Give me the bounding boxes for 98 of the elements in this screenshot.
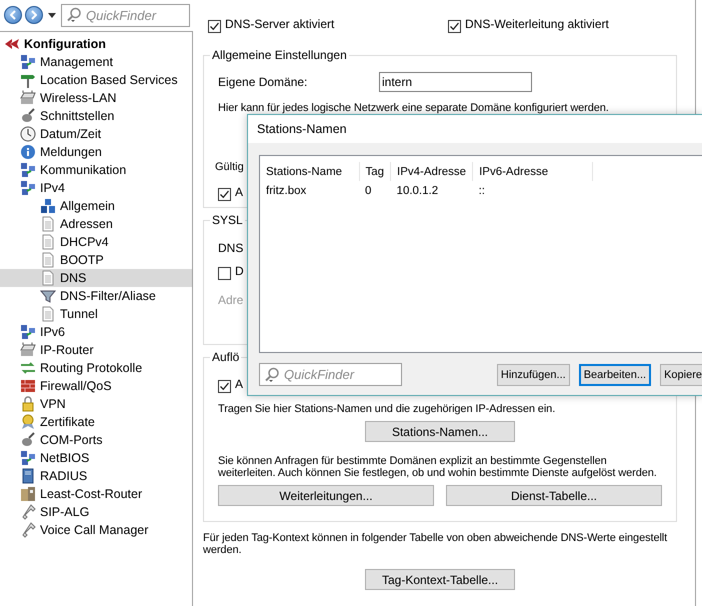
dns-label: DNS bbox=[218, 242, 244, 254]
tree-item[interactable]: COM-Ports bbox=[0, 431, 192, 449]
info-icon bbox=[20, 144, 36, 160]
document-icon bbox=[40, 252, 56, 268]
search-icon bbox=[264, 366, 280, 382]
table-cell: 0 bbox=[359, 181, 391, 200]
column-header[interactable]: IPv6-Adresse bbox=[472, 162, 593, 181]
tree-item[interactable]: Firewall/QoS bbox=[0, 377, 192, 395]
dialog-button[interactable]: Hinzufügen... bbox=[496, 364, 570, 386]
tree-item[interactable]: BOOTP bbox=[0, 251, 192, 269]
column-header[interactable]: IPv4-Adresse bbox=[390, 162, 473, 181]
search-input[interactable]: QuickFinder bbox=[284, 366, 397, 384]
tree-item[interactable]: NetBIOS bbox=[0, 449, 192, 467]
document-icon bbox=[40, 234, 56, 250]
brick-wall-icon bbox=[20, 378, 36, 394]
tree-item[interactable]: Management bbox=[0, 53, 192, 71]
clock-icon bbox=[20, 126, 36, 142]
building-icon bbox=[20, 486, 36, 502]
checkbox[interactable] bbox=[218, 266, 231, 280]
caret-icon bbox=[48, 12, 56, 18]
search-input[interactable]: QuickFinder bbox=[86, 6, 185, 24]
dialog-button[interactable]: Bearbeiten... bbox=[578, 364, 652, 386]
tree-item[interactable]: Location Based Services bbox=[0, 71, 192, 89]
table-button[interactable]: Dienst-Tabelle... bbox=[446, 485, 662, 506]
search-field[interactable]: QuickFinder bbox=[259, 363, 402, 386]
dialog-button[interactable]: Kopiere bbox=[660, 364, 702, 386]
checkbox-label: DNS-Weiterleitung aktiviert bbox=[465, 18, 609, 30]
tree-item[interactable]: VPN bbox=[0, 395, 192, 413]
checkbox-label: A bbox=[235, 378, 244, 390]
certificate-icon bbox=[20, 414, 36, 430]
stations-hint: Tragen Sie hier Stations-Namen und die zugehörigen IP-Adressen ein. bbox=[218, 403, 556, 415]
network-icon bbox=[20, 324, 36, 340]
forward-button[interactable] bbox=[25, 6, 43, 24]
checkbox-label: DNS-Server aktiviert bbox=[225, 18, 334, 30]
network-icon bbox=[20, 162, 36, 178]
group-title: Auflö bbox=[211, 350, 240, 364]
checkbox-label: D bbox=[235, 265, 244, 277]
tree-item[interactable]: DNS-Filter/Aliase bbox=[0, 287, 192, 305]
back-button[interactable] bbox=[4, 6, 22, 24]
group-title: Allgemeine Einstellungen bbox=[211, 48, 348, 62]
group-title: SYSL bbox=[211, 213, 244, 227]
tree-item[interactable]: RADIUS bbox=[0, 467, 192, 485]
validity-label: Gültig bbox=[215, 161, 244, 173]
router-icon bbox=[20, 342, 36, 358]
arrow-icon bbox=[4, 36, 20, 52]
tree-item[interactable]: DNS bbox=[0, 269, 192, 287]
tree-item[interactable]: Datum/Zeit bbox=[0, 125, 192, 143]
tree-item[interactable]: Kommunikation bbox=[0, 161, 192, 179]
document-icon bbox=[40, 270, 56, 286]
tree-item[interactable]: Least-Cost-Router bbox=[0, 485, 192, 503]
checkbox[interactable] bbox=[208, 20, 221, 32]
tree-item[interactable]: Meldungen bbox=[0, 143, 192, 161]
table-cell: 10.0.1.2 bbox=[390, 181, 473, 200]
network-icon bbox=[20, 180, 36, 196]
tree-item[interactable]: Wireless-LAN bbox=[0, 89, 192, 107]
tree-item[interactable]: Routing Protokolle bbox=[0, 359, 192, 377]
table-cell: fritz.box bbox=[260, 181, 359, 200]
checkbox[interactable] bbox=[448, 20, 461, 32]
signpost-icon bbox=[20, 72, 36, 88]
tree-item[interactable]: Tunnel bbox=[0, 305, 192, 323]
search-icon bbox=[66, 7, 82, 23]
checkbox[interactable] bbox=[218, 380, 231, 392]
address-label: Adre bbox=[218, 294, 244, 306]
table-button[interactable]: Weiterleitungen... bbox=[218, 485, 434, 506]
lock-icon bbox=[20, 396, 36, 412]
domain-input[interactable]: intern bbox=[379, 72, 532, 92]
stations-button[interactable]: Stations-Namen... bbox=[365, 421, 515, 442]
tree-item[interactable]: Adressen bbox=[0, 215, 192, 233]
server-icon bbox=[20, 468, 36, 484]
tag-hint: Für jeden Tag-Kontext können in folgender Tabelle von oben abweichende DNS-Werte eingestellt werden. bbox=[203, 532, 668, 556]
domain-label: Eigene Domäne: bbox=[218, 75, 308, 89]
tree-item[interactable]: Schnittstellen bbox=[0, 107, 192, 125]
tag-context-button[interactable]: Tag-Kontext-Tabelle... bbox=[365, 569, 515, 590]
table-cell: :: bbox=[472, 181, 593, 200]
tree-item[interactable]: SIP-ALG bbox=[0, 503, 192, 521]
network-icon bbox=[20, 450, 36, 466]
router-icon bbox=[20, 90, 36, 106]
column-header[interactable]: Tag bbox=[359, 162, 391, 181]
tree-item[interactable]: IP-Router bbox=[0, 341, 192, 359]
dialog-title: Stations-Namen bbox=[248, 115, 702, 143]
tree-item[interactable]: IPv6 bbox=[0, 323, 192, 341]
search-field[interactable]: QuickFinder bbox=[61, 4, 190, 26]
tree-item[interactable]: Zertifikate bbox=[0, 413, 192, 431]
tree-item[interactable]: IPv4 bbox=[0, 179, 192, 197]
network-icon bbox=[20, 54, 36, 70]
tree-item[interactable]: Allgemein bbox=[0, 197, 192, 215]
tree-item[interactable]: Konfiguration bbox=[0, 35, 192, 53]
forward-hint: Sie können Anfragen für bestimmte Domänen explizit an bestimmte Gegenstellen weiterleiten. Auch können Sie festlegen, ob und wohin bestimmte Dienste aufgelöst werden. bbox=[218, 455, 658, 479]
column-header[interactable]: Stations-Name bbox=[260, 162, 359, 181]
tree-item[interactable]: DHCPv4 bbox=[0, 233, 192, 251]
document-icon bbox=[40, 216, 56, 232]
arrows-icon bbox=[20, 360, 36, 376]
tree-item[interactable]: Voice Call Manager bbox=[0, 521, 192, 539]
checkbox-label: A bbox=[235, 186, 244, 198]
checkbox[interactable] bbox=[218, 188, 231, 200]
domain-hint: Hier kann für jedes logische Netzwerk eine separate Domäne konfiguriert werden. bbox=[218, 102, 610, 114]
document-icon bbox=[40, 306, 56, 322]
cubes-icon bbox=[40, 198, 56, 214]
